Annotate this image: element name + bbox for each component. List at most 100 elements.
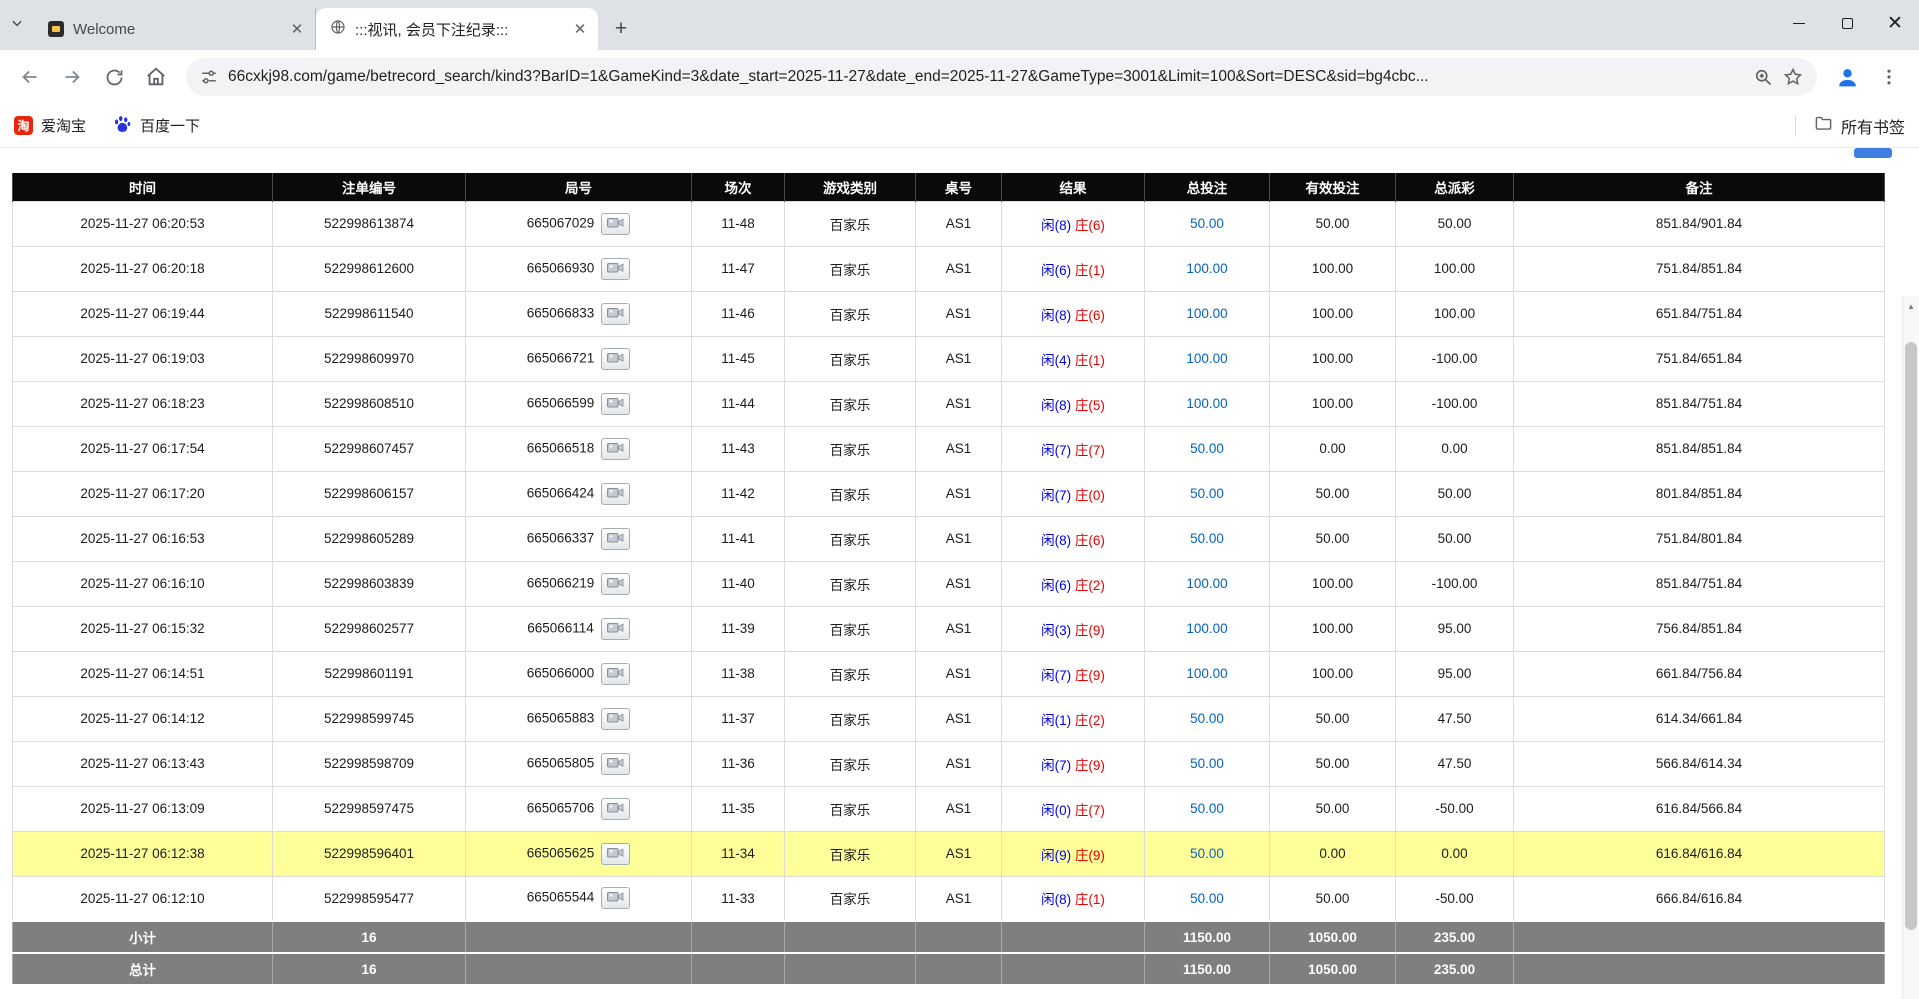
video-replay-button[interactable] [601,348,630,370]
total-bet-link[interactable]: 100.00 [1186,621,1227,636]
tab-close-icon[interactable]: ✕ [570,19,590,39]
bookmark-baidu[interactable]: 百度一下 [112,114,200,138]
total-bet-link[interactable]: 50.00 [1190,486,1224,501]
minimize-button[interactable] [1775,0,1823,46]
site-settings-icon[interactable] [200,68,218,86]
round-number: 665067029 [527,215,595,230]
cell-session: 11-44 [692,381,785,426]
player-result: 闲(0) [1041,803,1071,818]
video-replay-button[interactable] [601,753,630,775]
video-replay-button[interactable] [601,213,630,235]
close-button[interactable]: ✕ [1871,0,1919,46]
video-replay-button[interactable] [601,618,630,640]
video-replay-button[interactable] [601,708,630,730]
total-bet-link[interactable]: 50.00 [1190,531,1224,546]
bookmark-taobao[interactable]: 淘 爱淘宝 [14,115,86,136]
tab-strip: Welcome ✕ :::视讯, 会员下注纪录::: ✕ + ✕ [0,0,1919,50]
cell-session: 11-48 [692,201,785,246]
scroll-up-icon[interactable]: ▲ [1903,298,1919,314]
partially-visible-button[interactable] [1854,148,1892,158]
cell-session: 11-37 [692,696,785,741]
cell-table-no: AS1 [916,741,1002,786]
bookmark-star-icon[interactable] [1783,67,1803,87]
video-replay-button[interactable] [601,573,630,595]
camera-icon [607,801,624,817]
video-replay-button[interactable] [601,438,630,460]
video-replay-button[interactable] [601,483,630,505]
cell-time: 2025-11-27 06:12:38 [13,831,273,876]
round-number: 665066114 [527,620,594,635]
tab-betrecord[interactable]: :::视讯, 会员下注纪录::: ✕ [316,8,598,50]
cell-valid-bet: 0.00 [1270,426,1396,471]
cell-game-type: 百家乐 [785,516,916,561]
tab-close-icon[interactable]: ✕ [287,19,307,39]
cell-valid-bet: 50.00 [1270,516,1396,561]
video-replay-button[interactable] [601,843,630,865]
table-row: 2025-11-27 06:16:53522998605289665066337… [13,516,1885,561]
total-bet-link[interactable]: 100.00 [1186,576,1227,591]
total-row: 总计161150.001050.00235.00 [13,953,1885,985]
player-result: 闲(9) [1041,848,1071,863]
total-bet-link[interactable]: 100.00 [1186,306,1227,321]
cell-payout: -50.00 [1396,786,1514,831]
table-body: 2025-11-27 06:20:53522998613874665067029… [13,201,1885,921]
home-button[interactable] [138,59,174,95]
total-bet-link[interactable]: 100.00 [1186,396,1227,411]
maximize-button[interactable] [1823,0,1871,46]
cell-result: 闲(8) 庄(6) [1002,516,1145,561]
camera-icon [607,441,624,457]
cell-time: 2025-11-27 06:14:51 [13,651,273,696]
video-replay-button[interactable] [601,887,630,909]
total-bet-link[interactable]: 50.00 [1190,756,1224,771]
footer-cell [916,953,1002,985]
forward-button[interactable] [54,59,90,95]
video-replay-button[interactable] [601,258,630,280]
cell-game-type: 百家乐 [785,561,916,606]
banker-result: 庄(2) [1075,578,1105,593]
profile-button[interactable] [1829,59,1865,95]
cell-table-no: AS1 [916,471,1002,516]
total-bet-link[interactable]: 50.00 [1190,801,1224,816]
all-bookmarks-label: 所有书签 [1841,114,1905,138]
video-replay-button[interactable] [601,393,630,415]
tab-search-button[interactable] [0,0,34,50]
cell-session: 11-34 [692,831,785,876]
total-bet-link[interactable]: 100.00 [1186,261,1227,276]
total-bet-link[interactable]: 50.00 [1190,216,1224,231]
cell-table-no: AS1 [916,651,1002,696]
url-bar[interactable]: 66cxkj98.com/game/betrecord_search/kind3… [186,58,1817,96]
total-bet-link[interactable]: 100.00 [1186,351,1227,366]
zoom-icon[interactable] [1753,67,1773,87]
back-button[interactable] [12,59,48,95]
tab-welcome[interactable]: Welcome ✕ [34,8,316,50]
video-replay-button[interactable] [601,798,630,820]
new-tab-button[interactable]: + [606,14,636,44]
player-result: 闲(7) [1041,443,1071,458]
cell-bet-id: 522998595477 [273,876,466,921]
cell-session: 11-41 [692,516,785,561]
vertical-scrollbar[interactable]: ▲ ▼ [1902,296,1919,999]
profile-avatar-icon [1835,65,1860,90]
table-footer: 小计161150.001050.00235.00总计161150.001050.… [13,921,1885,985]
scrollbar-thumb[interactable] [1905,342,1917,930]
total-bet-link[interactable]: 50.00 [1190,711,1224,726]
cell-round: 665066833 [466,291,692,336]
video-replay-button[interactable] [601,528,630,550]
url-text[interactable]: 66cxkj98.com/game/betrecord_search/kind3… [228,68,1743,86]
menu-button[interactable] [1871,59,1907,95]
total-bet-link[interactable]: 100.00 [1186,666,1227,681]
bet-record-table: 时间注单编号局号场次游戏类别桌号结果总投注有效投注总派彩备注 2025-11-2… [12,173,1885,986]
cell-game-type: 百家乐 [785,381,916,426]
refresh-button[interactable] [96,59,132,95]
cell-table-no: AS1 [916,876,1002,921]
total-bet-link[interactable]: 50.00 [1190,441,1224,456]
video-replay-button[interactable] [601,303,630,325]
video-replay-button[interactable] [601,663,630,685]
all-bookmarks[interactable]: 所有书签 [1795,114,1905,138]
total-bet-link[interactable]: 50.00 [1190,891,1224,906]
cell-result: 闲(9) 庄(9) [1002,831,1145,876]
table-row: 2025-11-27 06:19:44522998611540665066833… [13,291,1885,336]
bookmark-label: 百度一下 [140,115,200,136]
cell-game-type: 百家乐 [785,651,916,696]
total-bet-link[interactable]: 50.00 [1190,846,1224,861]
